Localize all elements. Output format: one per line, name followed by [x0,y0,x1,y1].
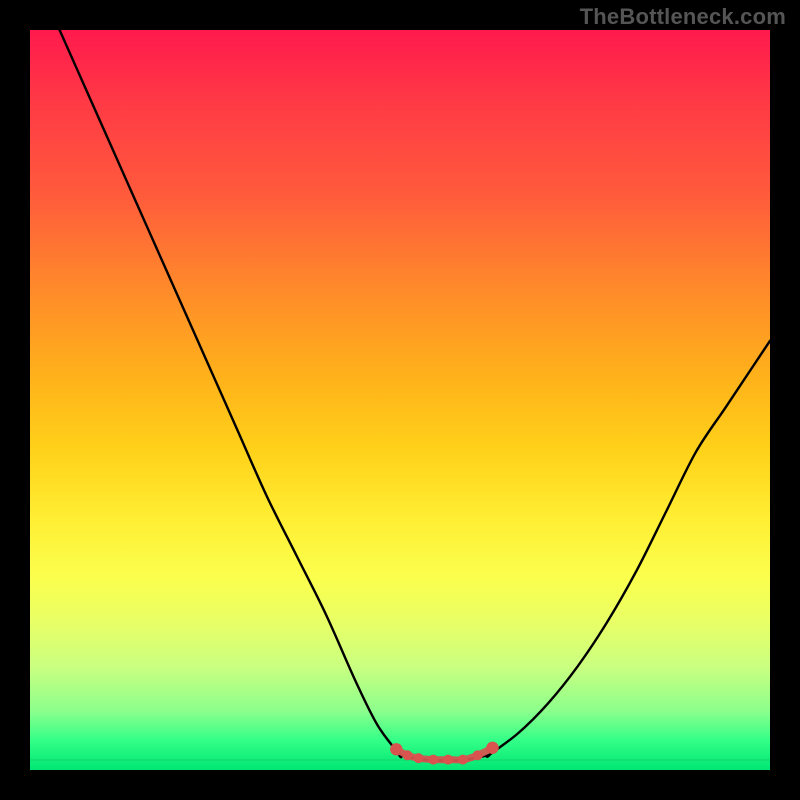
green-band-line [30,759,770,761]
plot-area [30,30,770,770]
chart-frame: TheBottleneck.com [0,0,800,800]
watermark-text: TheBottleneck.com [580,4,786,30]
